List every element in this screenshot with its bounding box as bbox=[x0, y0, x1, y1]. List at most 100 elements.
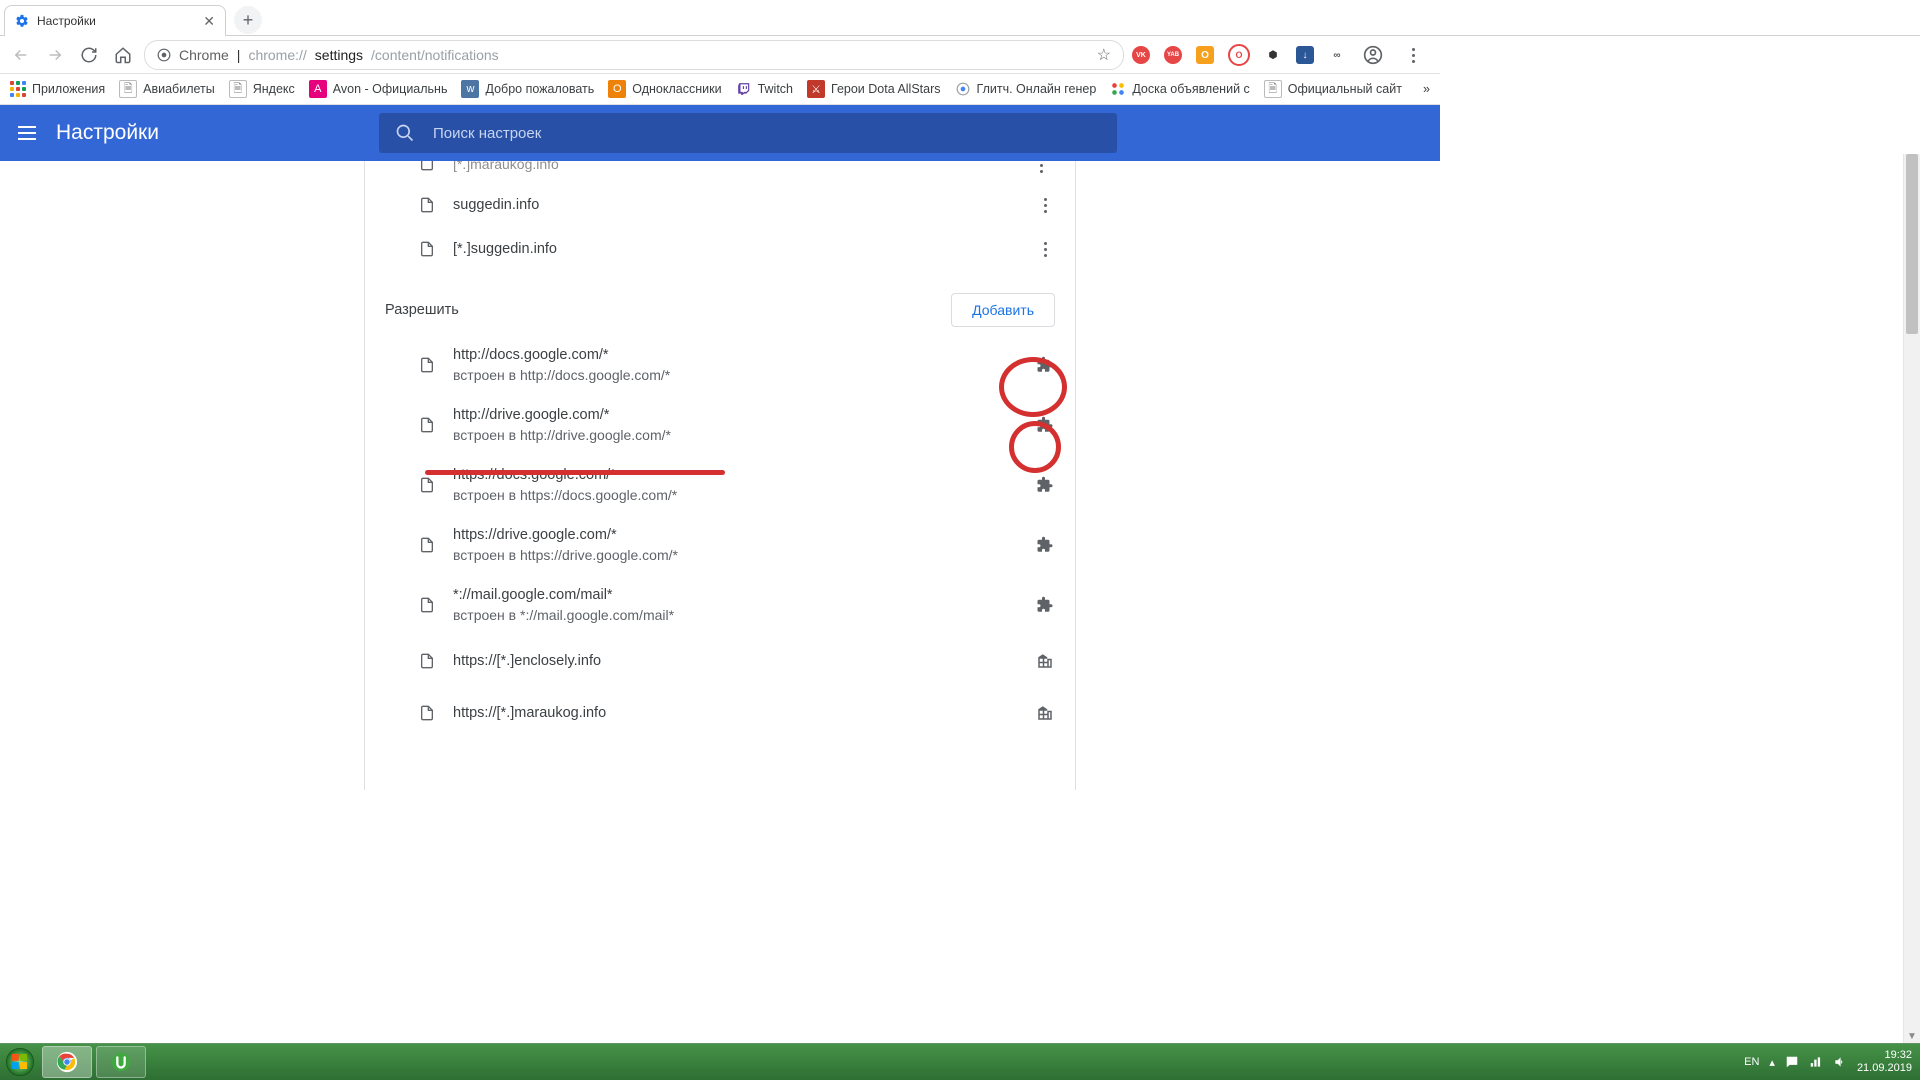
avon-icon: A bbox=[309, 80, 327, 98]
tray-show-hidden-icon[interactable]: ▴ bbox=[1769, 1056, 1775, 1069]
tray-clock[interactable]: 19:32 21.09.2019 bbox=[1857, 1049, 1912, 1075]
new-tab-button[interactable]: + bbox=[234, 6, 262, 34]
tray-language[interactable]: EN bbox=[1744, 1056, 1759, 1068]
site-row-title: [*.]maraukog.info bbox=[453, 161, 559, 172]
bookmark-label: Официальный сайт bbox=[1288, 82, 1402, 96]
site-row-block[interactable]: [*.]suggedin.info bbox=[365, 227, 1075, 271]
extension-opera-icon[interactable]: O bbox=[1228, 44, 1250, 66]
site-row-title: suggedin.info bbox=[453, 197, 539, 213]
chrome-menu-button[interactable] bbox=[1400, 42, 1426, 68]
nav-reload-button[interactable] bbox=[76, 42, 102, 68]
hamburger-menu-button[interactable] bbox=[18, 126, 36, 140]
site-row-type-icon bbox=[1035, 415, 1055, 435]
settings-search-box[interactable]: Поиск настроек bbox=[379, 113, 1117, 153]
taskbar-utorrent[interactable] bbox=[96, 1046, 146, 1078]
bookmark-label: Доска объявлений с bbox=[1132, 82, 1249, 96]
extension-vk-icon[interactable]: VK bbox=[1132, 46, 1150, 64]
page-icon bbox=[419, 197, 435, 213]
tray-action-center-icon[interactable] bbox=[1785, 1055, 1799, 1069]
site-row-partial[interactable]: [*.]maraukog.info bbox=[365, 161, 1075, 183]
site-row-allow[interactable]: http://docs.google.com/* встроен в http:/… bbox=[365, 335, 1075, 395]
site-row-title: https://drive.google.com/* bbox=[453, 527, 617, 543]
extension-icon bbox=[1036, 356, 1054, 374]
page-scrollbar[interactable]: ▲ ▼ bbox=[1903, 154, 1920, 1044]
extension-icon bbox=[1036, 416, 1054, 434]
site-row-subtitle: встроен в https://docs.google.com/* bbox=[453, 487, 1035, 503]
nav-forward-button[interactable] bbox=[42, 42, 68, 68]
tray-volume-icon[interactable] bbox=[1833, 1055, 1847, 1069]
site-row-title: [*.]suggedin.info bbox=[453, 241, 557, 257]
extension-icon bbox=[1036, 536, 1054, 554]
section-label: Разрешить bbox=[385, 302, 459, 318]
chrome-icon bbox=[157, 48, 171, 62]
extension-ok-icon[interactable]: O bbox=[1196, 46, 1214, 64]
bookmarks-overflow-button[interactable]: » bbox=[1423, 82, 1430, 96]
bookmark-item[interactable]: 🗎 Официальный сайт bbox=[1264, 80, 1402, 98]
system-tray: EN ▴ 19:32 21.09.2019 bbox=[1744, 1049, 1920, 1075]
profile-button[interactable] bbox=[1360, 42, 1386, 68]
add-site-button[interactable]: Добавить bbox=[951, 293, 1055, 327]
nav-back-button[interactable] bbox=[8, 42, 34, 68]
extension-devtools-icon[interactable]: ⬢ bbox=[1264, 46, 1282, 64]
settings-title: Настройки bbox=[56, 121, 159, 145]
page-icon bbox=[419, 417, 435, 433]
bookmark-item[interactable]: Доска объявлений с bbox=[1110, 81, 1249, 97]
browser-toolbar: Chrome | chrome://settings/content/notif… bbox=[0, 37, 1440, 74]
omnibox-url-prefix: chrome:// bbox=[248, 47, 306, 63]
bookmark-item[interactable]: ⚔Герои Dota AllStars bbox=[807, 80, 941, 98]
tray-network-icon[interactable] bbox=[1809, 1055, 1823, 1069]
scrollbar-down-arrow[interactable]: ▼ bbox=[1904, 1028, 1920, 1044]
tab-close-button[interactable]: ✕ bbox=[203, 13, 215, 30]
bookmark-item[interactable]: wДобро пожаловать bbox=[461, 80, 594, 98]
page-icon bbox=[419, 161, 435, 171]
start-button[interactable] bbox=[0, 1044, 40, 1080]
page-icon bbox=[419, 241, 435, 257]
page-icon: 🗎 bbox=[1264, 80, 1282, 98]
site-row-menu-button[interactable] bbox=[1035, 239, 1055, 259]
page-icon: 🗎 bbox=[119, 80, 137, 98]
page-icon bbox=[419, 357, 435, 373]
bookmark-item[interactable]: 🗎Яндекс bbox=[229, 80, 295, 98]
bookmark-apps[interactable]: Приложения bbox=[10, 81, 105, 97]
bookmark-item[interactable]: OОдноклассники bbox=[608, 80, 721, 98]
site-row-allow[interactable]: https://docs.google.com/* встроен в https… bbox=[365, 455, 1075, 515]
settings-app-header: Настройки Поиск настроек bbox=[0, 105, 1440, 161]
glitch-icon bbox=[955, 81, 971, 97]
bookmark-label: Добро пожаловать bbox=[485, 82, 594, 96]
bookmark-item[interactable]: Глитч. Онлайн генер bbox=[955, 81, 1097, 97]
site-row-title: http://docs.google.com/* bbox=[453, 347, 609, 363]
address-bar[interactable]: Chrome | chrome://settings/content/notif… bbox=[144, 40, 1124, 70]
site-row-allow[interactable]: *://mail.google.com/mail*встроен в *://m… bbox=[365, 575, 1075, 635]
site-row-subtitle: встроен в http://docs.google.com/* bbox=[453, 367, 1035, 383]
bookmark-item[interactable]: Twitch bbox=[736, 81, 793, 97]
site-row-block[interactable]: suggedin.info bbox=[365, 183, 1075, 227]
site-row-type-icon bbox=[1035, 651, 1055, 671]
site-row-allow[interactable]: https://drive.google.com/*встроен в http… bbox=[365, 515, 1075, 575]
bookmark-item[interactable]: AAvon - Официальнь bbox=[309, 80, 448, 98]
apps-icon bbox=[10, 81, 26, 97]
site-row-allow[interactable]: https://[*.]enclosely.info bbox=[365, 635, 1075, 687]
bookmark-label: Герои Dota AllStars bbox=[831, 82, 941, 96]
nav-home-button[interactable] bbox=[110, 42, 136, 68]
bookmark-label: Авиабилеты bbox=[143, 82, 215, 96]
site-row-menu-button[interactable] bbox=[1035, 195, 1055, 215]
extension-infinity-icon[interactable]: ∞ bbox=[1328, 46, 1346, 64]
extension-save-icon[interactable]: ↓ bbox=[1296, 46, 1314, 64]
site-row-menu-button[interactable] bbox=[1031, 161, 1051, 175]
twitch-icon bbox=[736, 81, 752, 97]
site-row-type-icon bbox=[1035, 703, 1055, 723]
omnibox-url-suffix: /content/notifications bbox=[371, 47, 499, 63]
taskbar-chrome[interactable] bbox=[42, 1046, 92, 1078]
page-icon bbox=[419, 597, 435, 613]
site-row-allow[interactable]: http://drive.google.com/*встроен в http:… bbox=[365, 395, 1075, 455]
site-row-title: https://[*.]enclosely.info bbox=[453, 653, 601, 669]
tab-settings[interactable]: Настройки ✕ bbox=[4, 5, 226, 36]
settings-main-area: [*.]maraukog.info suggedin.info [*.]sugg… bbox=[0, 161, 1440, 790]
extension-yandex-icon[interactable]: YAB bbox=[1164, 46, 1182, 64]
bookmark-star-icon[interactable]: ☆ bbox=[1097, 45, 1111, 65]
site-row-title: https://docs.google.com/* bbox=[453, 467, 616, 483]
scrollbar-thumb[interactable] bbox=[1906, 154, 1918, 334]
site-row-allow[interactable]: https://[*.]maraukog.info bbox=[365, 687, 1075, 739]
extension-icons-area: VK YAB O O ⬢ ↓ ∞ bbox=[1132, 42, 1432, 68]
bookmark-item[interactable]: 🗎 Авиабилеты bbox=[119, 80, 215, 98]
